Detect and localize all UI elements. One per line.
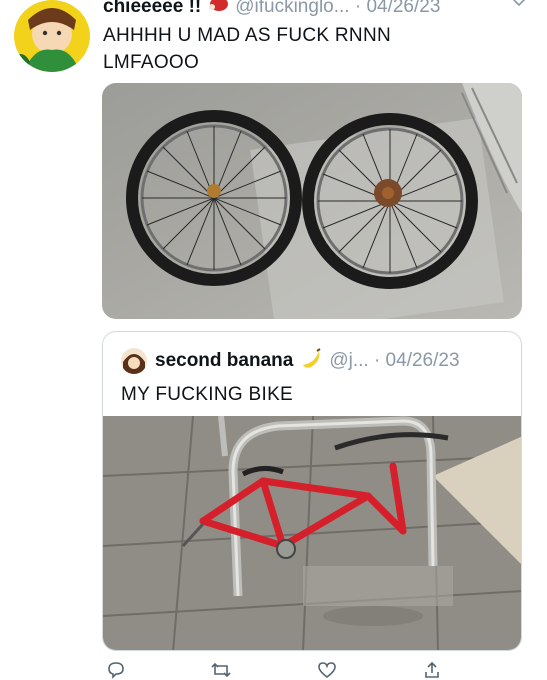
- quoted-display-name[interactable]: second banana: [155, 350, 293, 372]
- tweet-media-image[interactable]: [102, 83, 522, 319]
- quoted-handle-and-date[interactable]: @j... · 04/26/23: [329, 350, 459, 372]
- quoted-tweet[interactable]: second banana @j... · 04/26/23 MY FUCKIN…: [102, 331, 522, 651]
- chevron-down-icon[interactable]: [511, 0, 527, 12]
- avatar[interactable]: [14, 0, 90, 72]
- quoted-tweet-text: MY FUCKING BIKE: [121, 384, 294, 405]
- quoted-avatar[interactable]: [121, 348, 147, 374]
- meat-emoji-icon: [207, 0, 229, 19]
- tweet-header: chieeeee !! @ifuckinglo... · 04/26/23: [103, 0, 517, 20]
- quoted-media-image[interactable]: [103, 415, 521, 650]
- tweet-text: AHHHH U MAD AS FUCK RNNN LMFAOOO: [103, 25, 391, 73]
- like-icon[interactable]: [315, 660, 339, 680]
- display-name[interactable]: chieeeee !!: [103, 0, 201, 18]
- quoted-tweet-header: second banana @j... · 04/26/23: [121, 346, 505, 376]
- handle-and-date[interactable]: @ifuckinglo... · 04/26/23: [235, 0, 440, 18]
- share-icon[interactable]: [420, 660, 444, 680]
- retweet-icon[interactable]: [209, 660, 233, 680]
- banana-emoji-icon: [299, 347, 323, 375]
- reply-icon[interactable]: [104, 660, 128, 680]
- tweet-actions: [104, 660, 444, 680]
